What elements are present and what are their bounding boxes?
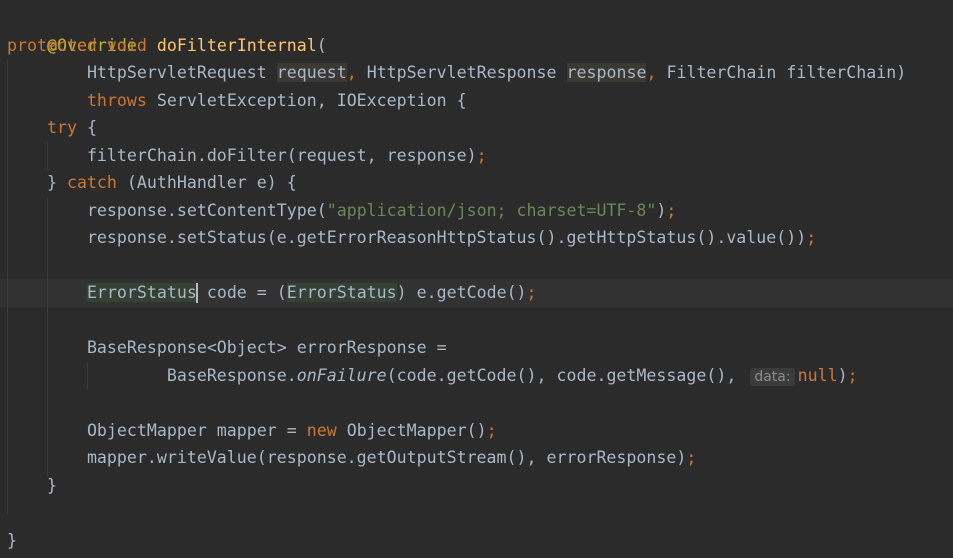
write-value-call: mapper.writeValue(response.getOutputStre… xyxy=(86,448,687,467)
semicolon: ; xyxy=(806,228,817,247)
on-failure-args: (code.getCode(), code.getMessage(), xyxy=(386,366,737,385)
code-line-4: throws ServletException, IOException { xyxy=(7,87,467,115)
param-response: response xyxy=(566,63,647,82)
code-line-16: ObjectMapper mapper = new ObjectMapper()… xyxy=(7,417,497,445)
exception-list: ServletException, IOException { xyxy=(146,91,467,110)
code-line-9: response.setStatus(e.getErrorReasonHttpS… xyxy=(7,224,816,252)
code-line-17: mapper.writeValue(response.getOutputStre… xyxy=(7,444,696,472)
keyword-throws: throws xyxy=(86,91,147,110)
code-line-7: } catch (AuthHandler e) { xyxy=(7,169,297,197)
code-editor[interactable]: @Override protected void doFilterInterna… xyxy=(0,0,953,558)
close-paren: ) xyxy=(837,366,848,385)
set-status-call: response.setStatus(e.getErrorReasonHttpS… xyxy=(86,228,807,247)
comma: , xyxy=(646,63,657,82)
filter-chain-params: FilterChain filterChain) xyxy=(666,63,907,82)
semicolon: ; xyxy=(666,201,677,220)
close-brace: } xyxy=(46,173,67,192)
code-line-8: response.setContentType("application/jso… xyxy=(7,197,676,225)
do-filter-call: filterChain.doFilter(request, response) xyxy=(86,146,477,165)
type-error-status-cast: ErrorStatus xyxy=(286,283,397,302)
keyword-new: new xyxy=(306,421,337,440)
code-assign-pre: code = ( xyxy=(196,283,287,302)
text-caret xyxy=(195,282,198,303)
code-line-1: @Override xyxy=(7,4,137,55)
code-line-2: protected void doFilterInternal( xyxy=(7,32,327,60)
base-response-decl: BaseResponse<Object> errorResponse = xyxy=(86,338,447,357)
code-line-14: BaseResponse.onFailure(code.getCode(), c… xyxy=(7,362,858,390)
code-line-6: filterChain.doFilter(request, response); xyxy=(7,142,487,170)
keyword-protected: protected xyxy=(7,36,97,55)
type-response: HttpServletResponse xyxy=(366,63,557,82)
code-line-18: } xyxy=(7,472,57,500)
catch-clause: (AuthHandler e) { xyxy=(116,173,297,192)
semicolon: ; xyxy=(686,448,697,467)
code-line-13: BaseResponse<Object> errorResponse = xyxy=(7,334,447,362)
code-line-20: } xyxy=(7,527,17,555)
code-line-3: HttpServletRequest request, HttpServletR… xyxy=(7,59,906,87)
semicolon: ; xyxy=(486,421,497,440)
type-error-status: ErrorStatus xyxy=(86,283,197,302)
keyword-void: void xyxy=(106,36,147,55)
on-failure-method: onFailure xyxy=(296,366,387,385)
keyword-catch: catch xyxy=(66,173,117,192)
close-brace: } xyxy=(7,531,17,550)
parameter-hint: data: xyxy=(750,368,795,386)
param-request: request xyxy=(276,63,347,82)
type-request: HttpServletRequest xyxy=(86,63,267,82)
string-literal: "application/json; charset=UTF-8" xyxy=(326,201,657,220)
code-line-5: try { xyxy=(7,114,97,142)
keyword-try: try xyxy=(46,118,77,137)
set-content-type-call: response.setContentType( xyxy=(86,201,327,220)
open-brace: { xyxy=(76,118,97,137)
close-paren: ) xyxy=(656,201,667,220)
semicolon: ; xyxy=(847,366,858,385)
open-paren: ( xyxy=(316,36,327,55)
close-brace: } xyxy=(46,476,57,495)
base-response-class: BaseResponse. xyxy=(166,366,297,385)
comma: , xyxy=(346,63,357,82)
semicolon: ; xyxy=(476,146,487,165)
method-name: doFilterInternal xyxy=(156,36,317,55)
code-assign-post: ) e.getCode() xyxy=(396,283,527,302)
code-line-11: ErrorStatus code = (ErrorStatus) e.getCo… xyxy=(7,279,537,307)
semicolon: ; xyxy=(526,283,537,302)
keyword-null: null xyxy=(797,366,838,385)
mapper-decl-pre: ObjectMapper mapper = xyxy=(86,421,307,440)
mapper-decl-post: ObjectMapper() xyxy=(336,421,487,440)
